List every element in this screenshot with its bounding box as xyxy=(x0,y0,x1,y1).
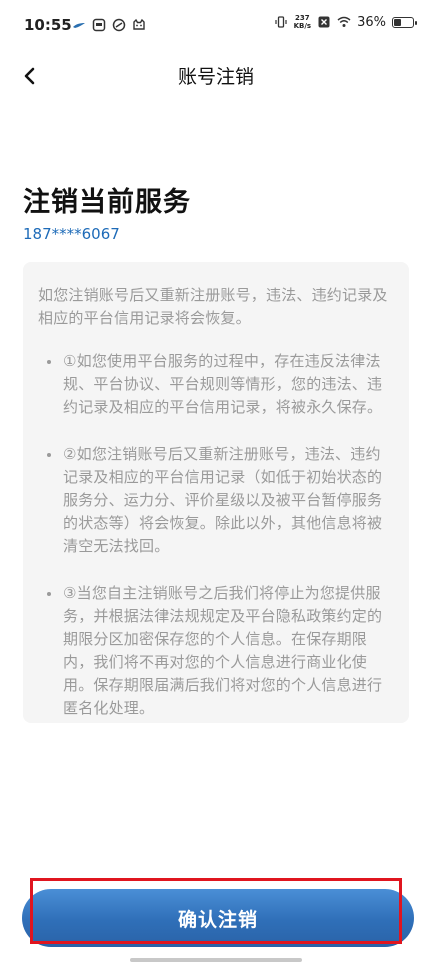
app-icon xyxy=(92,18,106,32)
confirm-deactivate-button[interactable]: 确认注销 xyxy=(22,889,414,947)
notice-item-text: ①如您使用平台服务的过程中，存在违反法律法规、平台协议、平台规则等情形，您的违法… xyxy=(63,352,383,416)
confirm-button-container: 确认注销 xyxy=(22,889,414,947)
notice-item-3: ③当您自主注销账号之后我们将停止为您提供服务，并根据法律法规规定及平台隐私政策约… xyxy=(38,582,389,720)
link-icon xyxy=(112,18,126,32)
net-speed-value: 237 xyxy=(295,14,310,22)
status-time: 10:55 xyxy=(24,16,72,34)
notice-card: 如您注销账号后又重新注册账号，违法、违约记录及相应的平台信用记录将会恢复。 ①如… xyxy=(23,262,409,723)
cat-icon xyxy=(133,18,145,30)
home-indicator[interactable] xyxy=(130,958,302,962)
section-title: 注销当前服务 xyxy=(23,187,191,218)
notice-list: ①如您使用平台服务的过程中，存在违反法律法规、平台协议、平台规则等情形，您的违法… xyxy=(38,350,389,720)
account-phone: 187****6067 xyxy=(23,225,120,243)
wifi-icon xyxy=(337,16,351,27)
status-right-icons: 237 KB/s 36% xyxy=(274,14,417,30)
status-bar: 10:55 237 KB/s 36% xyxy=(0,0,432,50)
status-left-icons xyxy=(72,18,146,32)
vibrate-icon xyxy=(275,16,287,28)
net-speed-unit: KB/s xyxy=(293,22,312,30)
battery-icon xyxy=(392,16,417,28)
net-speed: 237 KB/s xyxy=(294,14,311,30)
page-title: 账号注销 xyxy=(177,66,254,88)
nav-header: 账号注销 xyxy=(0,50,432,102)
bird-icon xyxy=(73,23,85,28)
notice-intro: 如您注销账号后又重新注册账号，违法、违约记录及相应的平台信用记录将会恢复。 xyxy=(38,286,388,327)
battery-fill xyxy=(394,18,402,26)
battery-percent: 36% xyxy=(357,14,386,30)
x-icon xyxy=(318,16,330,28)
bullet-dot xyxy=(47,592,51,596)
bullet-dot xyxy=(47,453,51,457)
notice-item-2: ②如您注销账号后又重新注册账号，违法、违约记录及相应的平台信用记录（如低于初始状… xyxy=(38,443,389,558)
notice-item-text: ②如您注销账号后又重新注册账号，违法、违约记录及相应的平台信用记录（如低于初始状… xyxy=(63,445,383,555)
notice-item-text: ③当您自主注销账号之后我们将停止为您提供服务，并根据法律法规规定及平台隐私政策约… xyxy=(63,584,383,717)
notice-item-1: ①如您使用平台服务的过程中，存在违反法律法规、平台协议、平台规则等情形，您的违法… xyxy=(38,350,389,419)
bullet-dot xyxy=(47,360,51,364)
